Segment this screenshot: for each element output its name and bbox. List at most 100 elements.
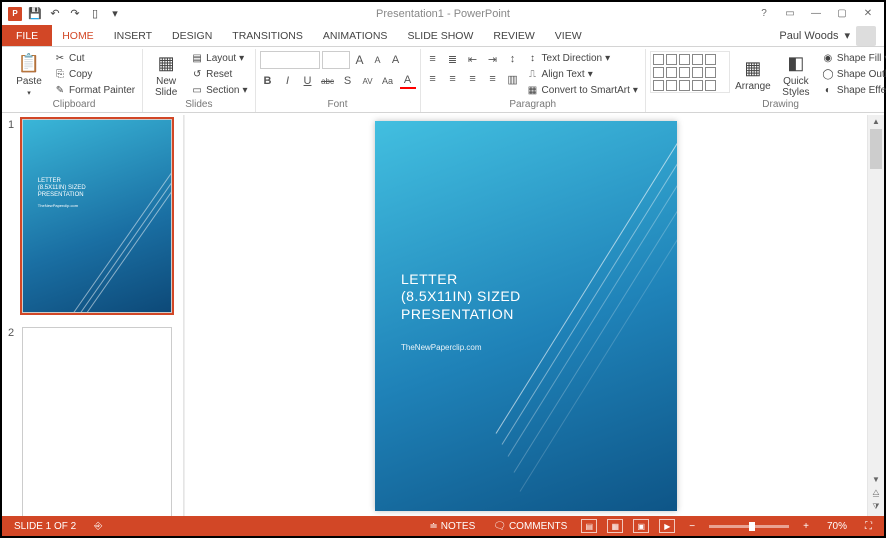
change-case-button[interactable]: Aa (380, 73, 396, 89)
columns-button[interactable]: ▥ (505, 71, 521, 87)
spellcheck-icon[interactable]: ⎆ (90, 521, 106, 532)
slide-counter[interactable]: SLIDE 1 OF 2 (10, 521, 80, 532)
align-right-button[interactable]: ≡ (465, 71, 481, 87)
align-text-button[interactable]: ⎍Align Text▾ (524, 67, 641, 82)
save-icon[interactable]: 💾 (28, 7, 42, 21)
paste-button[interactable]: 📋 Paste ▾ (10, 51, 48, 99)
quick-styles-button[interactable]: ◧ Quick Styles (776, 51, 816, 99)
justify-button[interactable]: ≡ (485, 71, 501, 87)
layout-button[interactable]: ▤Layout▾ (188, 51, 250, 66)
prev-slide-icon[interactable]: ⧋ (868, 488, 884, 498)
thumbnail-slide-1[interactable]: 1 LETTER (8.5X11IN) SIZED PRESENTATION T… (8, 119, 177, 313)
undo-icon[interactable]: ↶ (48, 7, 62, 21)
font-size-select[interactable] (322, 51, 350, 69)
reading-view-button[interactable]: ▣ (633, 519, 649, 533)
fit-to-window-button[interactable]: ⛶ (861, 521, 876, 532)
zoom-in-button[interactable]: + (799, 521, 813, 532)
smartart-button[interactable]: ▦Convert to SmartArt▾ (524, 83, 641, 98)
ribbon: 📋 Paste ▾ ✂Cut ⎘Copy ✎Format Painter Cli… (2, 47, 884, 113)
thumb-title-l3: PRESENTATION (38, 192, 172, 199)
notes-button[interactable]: ≐ NOTES (425, 521, 479, 532)
minimize-icon[interactable]: — (804, 5, 828, 23)
tab-slideshow[interactable]: SLIDE SHOW (397, 25, 483, 46)
decrease-indent-button[interactable]: ⇤ (465, 51, 481, 67)
reset-icon: ↺ (191, 69, 203, 81)
zoom-slider[interactable] (709, 525, 789, 528)
slide-canvas[interactable]: LETTER (8.5X11IN) SIZED PRESENTATION The… (375, 121, 677, 511)
sorter-view-button[interactable]: ▦ (607, 519, 623, 533)
shape-effects-button[interactable]: ◐Shape Effects▾ (819, 83, 886, 98)
close-icon[interactable]: ✕ (856, 5, 880, 23)
format-painter-button[interactable]: ✎Format Painter (51, 83, 138, 98)
font-color-button[interactable]: A (400, 73, 416, 89)
align-center-button[interactable]: ≡ (445, 71, 461, 87)
shape-icon (705, 67, 716, 78)
maximize-icon[interactable]: ▢ (830, 5, 854, 23)
tab-animations[interactable]: ANIMATIONS (313, 25, 398, 46)
line-spacing-button[interactable]: ↕ (505, 51, 521, 67)
scroll-up-icon[interactable]: ▲ (868, 117, 884, 126)
tab-view[interactable]: VIEW (545, 25, 592, 46)
thumbnail-panel: 1 LETTER (8.5X11IN) SIZED PRESENTATION T… (2, 115, 184, 516)
align-left-button[interactable]: ≡ (425, 71, 441, 87)
clear-format-button[interactable]: A (388, 52, 404, 68)
arrange-button[interactable]: ▦ Arrange (733, 51, 773, 99)
strikethrough-button[interactable]: abc (320, 73, 336, 89)
tab-design[interactable]: DESIGN (162, 25, 222, 46)
tab-insert[interactable]: INSERT (104, 25, 162, 46)
slide-subtitle[interactable]: TheNewPaperclip.com (401, 343, 481, 352)
underline-button[interactable]: U (300, 73, 316, 89)
italic-button[interactable]: I (280, 73, 296, 89)
scrollbar-thumb[interactable] (870, 129, 882, 169)
shape-outline-button[interactable]: ◯Shape Outline▾ (819, 67, 886, 82)
shrink-font-button[interactable]: A (370, 52, 386, 68)
new-slide-button[interactable]: ▦ New Slide (147, 51, 185, 99)
group-clipboard: 📋 Paste ▾ ✂Cut ⎘Copy ✎Format Painter Cli… (6, 49, 143, 112)
tab-review[interactable]: REVIEW (483, 25, 544, 46)
shape-outline-label: Shape Outline (837, 69, 886, 80)
vertical-scrollbar[interactable]: ▲ ▼ ⧋ ⧩ (867, 115, 884, 516)
spacing-button[interactable]: AV (360, 73, 376, 89)
user-area[interactable]: Paul Woods ▾ (779, 25, 884, 46)
comments-button[interactable]: 🗨 COMMENTS (489, 521, 571, 532)
cut-button[interactable]: ✂Cut (51, 51, 138, 66)
thumbnail-preview: LETTER (8.5X11IN) SIZED PRESENTATION The… (22, 119, 172, 313)
grow-font-button[interactable]: A (352, 52, 368, 68)
slide-editor[interactable]: LETTER (8.5X11IN) SIZED PRESENTATION The… (184, 115, 867, 516)
shadow-button[interactable]: S (340, 73, 356, 89)
text-direction-button[interactable]: ↕Text Direction▾ (524, 51, 641, 66)
shape-icon (666, 54, 677, 65)
reset-button[interactable]: ↺Reset (188, 67, 250, 82)
normal-view-button[interactable]: ▤ (581, 519, 597, 533)
tab-home[interactable]: HOME (52, 25, 104, 46)
shape-gallery[interactable] (650, 51, 730, 93)
bullets-button[interactable]: ≡ (425, 51, 441, 67)
bold-button[interactable]: B (260, 73, 276, 89)
ribbon-options-icon[interactable]: ▭ (778, 5, 802, 23)
tab-file[interactable]: FILE (2, 25, 52, 46)
tab-transitions[interactable]: TRANSITIONS (222, 25, 313, 46)
next-slide-icon[interactable]: ⧩ (868, 502, 884, 512)
arrange-icon: ▦ (744, 58, 761, 79)
scroll-down-icon[interactable]: ▼ (868, 475, 884, 484)
thumb-title-l1: LETTER (38, 178, 172, 185)
chevron-down-icon: ▾ (239, 53, 244, 64)
slide-title[interactable]: LETTER (8.5X11IN) SIZED PRESENTATION (401, 271, 521, 324)
copy-button[interactable]: ⎘Copy (51, 67, 138, 82)
start-from-beginning-icon[interactable]: ▯ (88, 7, 102, 21)
increase-indent-button[interactable]: ⇥ (485, 51, 501, 67)
zoom-out-button[interactable]: − (685, 521, 699, 532)
redo-icon[interactable]: ↷ (68, 7, 82, 21)
qat-more-icon[interactable]: ▾ (108, 7, 122, 21)
zoom-handle[interactable] (749, 522, 755, 531)
thumbnail-slide-2[interactable]: 2 (8, 327, 177, 516)
zoom-level[interactable]: 70% (823, 521, 851, 532)
help-icon[interactable]: ? (752, 5, 776, 23)
shape-fill-button[interactable]: ◉Shape Fill▾ (819, 51, 886, 66)
slideshow-view-button[interactable]: ▶ (659, 519, 675, 533)
font-family-select[interactable] (260, 51, 320, 69)
numbering-button[interactable]: ≣ (445, 51, 461, 67)
shape-icon (653, 80, 664, 91)
text-direction-icon: ↕ (527, 53, 539, 65)
section-button[interactable]: ▭Section▾ (188, 83, 250, 98)
